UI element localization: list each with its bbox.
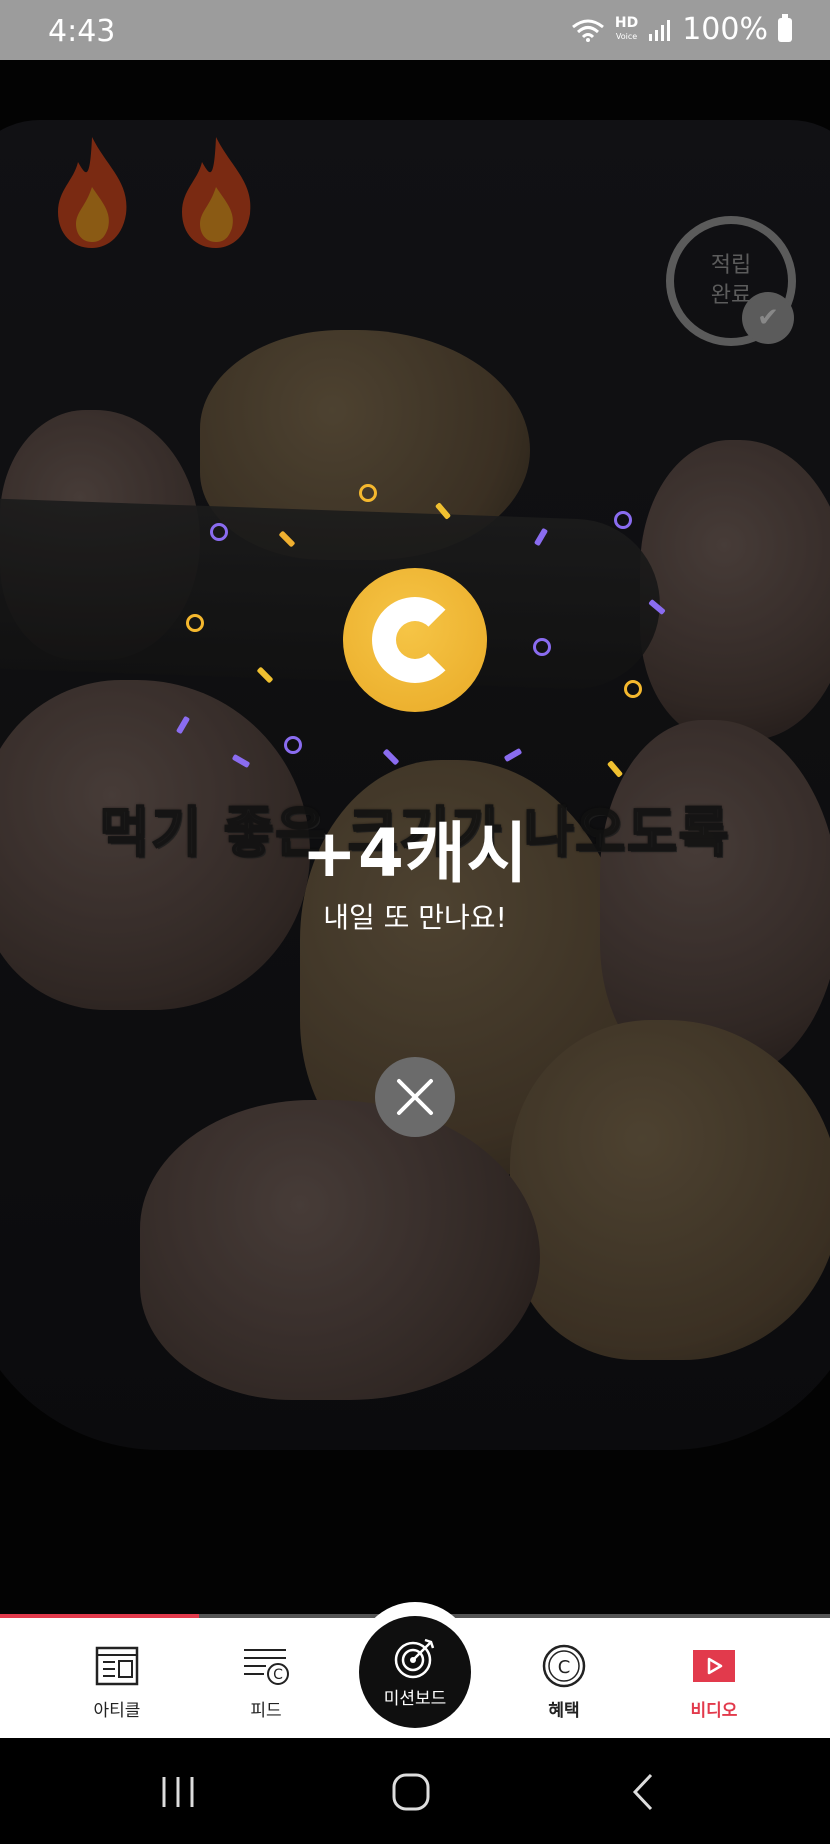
system-nav-bar bbox=[0, 1740, 830, 1844]
badge-text-line1: 적립 bbox=[710, 253, 752, 278]
tab-article[interactable]: 아티클 bbox=[57, 1618, 177, 1738]
back-button[interactable] bbox=[614, 1770, 674, 1814]
fire-icon bbox=[58, 137, 127, 248]
cash-coin-icon bbox=[343, 568, 487, 712]
tab-video[interactable]: 비디오 bbox=[654, 1618, 774, 1738]
svg-text:C: C bbox=[558, 1657, 571, 1678]
target-icon bbox=[394, 1638, 435, 1678]
confetti-ring bbox=[533, 638, 551, 656]
tab-feed[interactable]: C 피드 bbox=[206, 1618, 326, 1738]
close-button[interactable] bbox=[375, 1057, 455, 1137]
reward-amount: +4캐시 bbox=[301, 815, 529, 892]
confetti-ring bbox=[359, 484, 377, 502]
hd-voice-icon: HD Voice bbox=[614, 14, 639, 41]
wifi-icon bbox=[571, 19, 604, 42]
tab-mission-board[interactable]: 미션보드 bbox=[359, 1616, 471, 1728]
status-icons: HD Voice 100% bbox=[571, 12, 792, 47]
battery-icon bbox=[778, 13, 792, 42]
article-icon bbox=[95, 1646, 139, 1686]
confetti-ring bbox=[210, 523, 228, 541]
back-icon bbox=[632, 1773, 653, 1811]
tab-label: 피드 bbox=[250, 1701, 282, 1721]
recent-apps-icon bbox=[162, 1777, 194, 1807]
home-icon bbox=[392, 1773, 430, 1811]
confetti-ring bbox=[284, 736, 302, 754]
confetti-ring bbox=[624, 680, 642, 698]
close-icon bbox=[397, 1079, 433, 1115]
feed-icon: C bbox=[244, 1649, 289, 1685]
check-icon: ✔ bbox=[742, 292, 794, 344]
status-bar: 4:43 HD Voice 100% bbox=[0, 0, 830, 60]
tab-label: 아티클 bbox=[93, 1701, 141, 1721]
tab-benefit[interactable]: C 혜택 bbox=[504, 1618, 624, 1738]
video-play-icon bbox=[693, 1650, 735, 1682]
tab-label: 비디오 bbox=[690, 1701, 738, 1721]
reward-message: 내일 또 만나요! bbox=[323, 901, 507, 934]
confetti-ring bbox=[614, 511, 632, 529]
recent-apps-button[interactable] bbox=[148, 1770, 208, 1814]
tab-label: 혜택 bbox=[548, 1701, 580, 1721]
benefit-coin-icon: C bbox=[542, 1644, 586, 1688]
tab-label: 미션보드 bbox=[383, 1688, 447, 1709]
svg-text:C: C bbox=[273, 1667, 283, 1683]
battery-percent: 100% bbox=[682, 12, 768, 47]
status-time: 4:43 bbox=[48, 14, 116, 49]
signal-icon bbox=[649, 19, 671, 41]
confetti-ring bbox=[186, 614, 204, 632]
fire-icon bbox=[182, 137, 251, 248]
home-button[interactable] bbox=[381, 1770, 441, 1814]
